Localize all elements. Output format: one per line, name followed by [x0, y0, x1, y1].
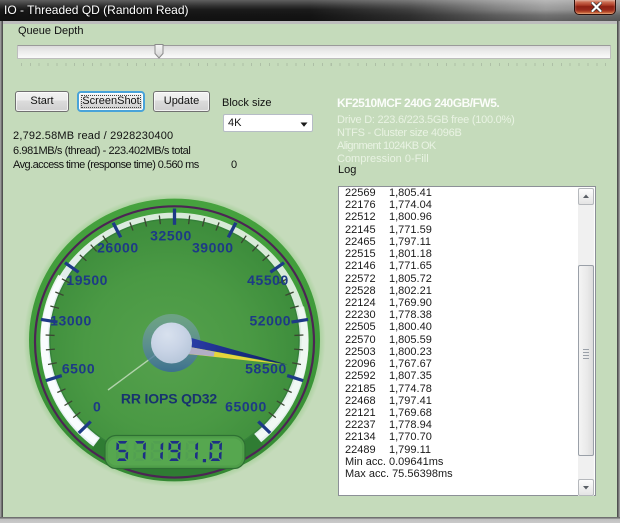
svg-text:32500: 32500	[150, 229, 192, 244]
svg-text:58500: 58500	[245, 362, 287, 377]
svg-text:26000: 26000	[97, 241, 139, 256]
svg-text:65000: 65000	[225, 400, 267, 415]
svg-text:RR IOPS QD32: RR IOPS QD32	[121, 391, 218, 406]
svg-text:39000: 39000	[192, 241, 234, 256]
svg-text:52000: 52000	[249, 314, 291, 329]
svg-text:0: 0	[93, 400, 101, 415]
svg-text:45500: 45500	[247, 273, 289, 288]
svg-text:6500: 6500	[62, 362, 95, 377]
svg-text:13000: 13000	[50, 314, 92, 329]
svg-text:19500: 19500	[66, 273, 108, 288]
